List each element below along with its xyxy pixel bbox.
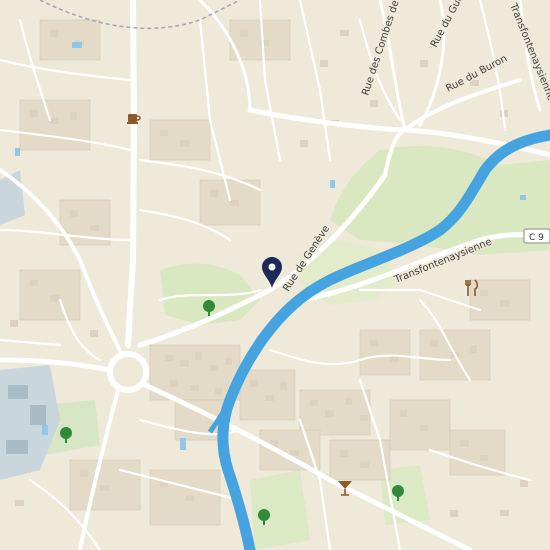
road-shield-c9: C 9: [523, 228, 550, 244]
map-view[interactable]: Rue de Genève Rue des Combes de S Rue du…: [0, 0, 550, 550]
road-shield-label: C 9: [529, 233, 544, 243]
map-canvas[interactable]: Rue de Genève Rue des Combes de S Rue du…: [0, 0, 550, 550]
